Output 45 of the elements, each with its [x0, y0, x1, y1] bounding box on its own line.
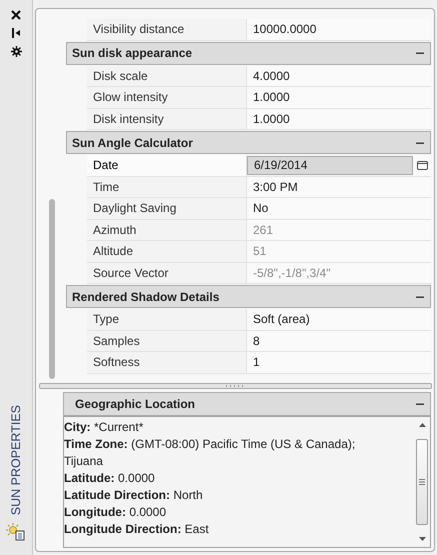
pin-icon[interactable]: [12, 28, 20, 38]
property-row[interactable]: Softness 1: [87, 352, 431, 374]
location-line: Longitude: 0.0000: [64, 504, 168, 521]
property-row[interactable]: Disk scale 4.0000: [87, 66, 431, 87]
property-row[interactable]: Disk intensity 1.0000: [87, 108, 431, 130]
property-row[interactable]: Time 3:00 PM: [87, 176, 431, 198]
property-label: Disk scale: [87, 66, 247, 86]
location-line: Time Zone: (GMT-08:00) Pacific Time (US & Canada); Tijuana: [64, 436, 356, 470]
property-row[interactable]: Type Soft (area): [87, 309, 431, 330]
property-label: Glow intensity: [87, 87, 247, 108]
calendar-icon[interactable]: [416, 160, 428, 170]
sun-icon: [6, 523, 26, 541]
property-label: Disk intensity: [87, 108, 247, 129]
property-label: Time: [87, 176, 247, 197]
scrollbar-thumb[interactable]: [49, 199, 55, 379]
property-label: Azimuth: [87, 220, 247, 240]
location-line: City: *Current*: [64, 419, 144, 436]
scroll-up-icon[interactable]: [418, 423, 426, 427]
palette-title: SUN PROPERTIES: [9, 404, 23, 515]
section-header[interactable]: Rendered Shadow Details: [66, 285, 431, 308]
location-line: Longitude Direction: East: [64, 521, 210, 538]
property-label: Altitude: [87, 241, 247, 262]
property-row[interactable]: Daylight Saving No: [87, 198, 431, 220]
section-header[interactable]: Sun disk appearance: [66, 42, 431, 64]
property-label: Softness: [87, 352, 247, 372]
property-row[interactable]: Date 6/19/2014: [87, 155, 431, 176]
property-label: Samples: [87, 330, 247, 351]
close-icon[interactable]: [11, 10, 21, 20]
property-value[interactable]: 6/19/2014: [247, 156, 413, 174]
property-label: Visibility distance: [87, 19, 247, 40]
property-label: Source Vector: [87, 262, 247, 283]
property-row[interactable]: Samples 8: [87, 330, 431, 352]
grip-icon[interactable]: [419, 479, 425, 485]
location-line: Latitude: 0.0000: [64, 470, 156, 487]
section-header[interactable]: Geographic Location: [63, 392, 431, 416]
property-label: Daylight Saving: [87, 198, 247, 218]
property-row[interactable]: Visibility distance 10000.0000: [87, 19, 431, 40]
property-label: Date: [87, 155, 247, 176]
gear-icon[interactable]: [10, 46, 22, 57]
scroll-down-icon[interactable]: [418, 537, 426, 541]
property-label: Type: [87, 309, 247, 330]
splitter-handle[interactable]: [39, 383, 432, 389]
section-header[interactable]: Sun Angle Calculator: [66, 131, 431, 154]
property-row[interactable]: Glow intensity 1.0000: [87, 87, 431, 108]
location-line: Latitude Direction: North: [64, 487, 204, 504]
